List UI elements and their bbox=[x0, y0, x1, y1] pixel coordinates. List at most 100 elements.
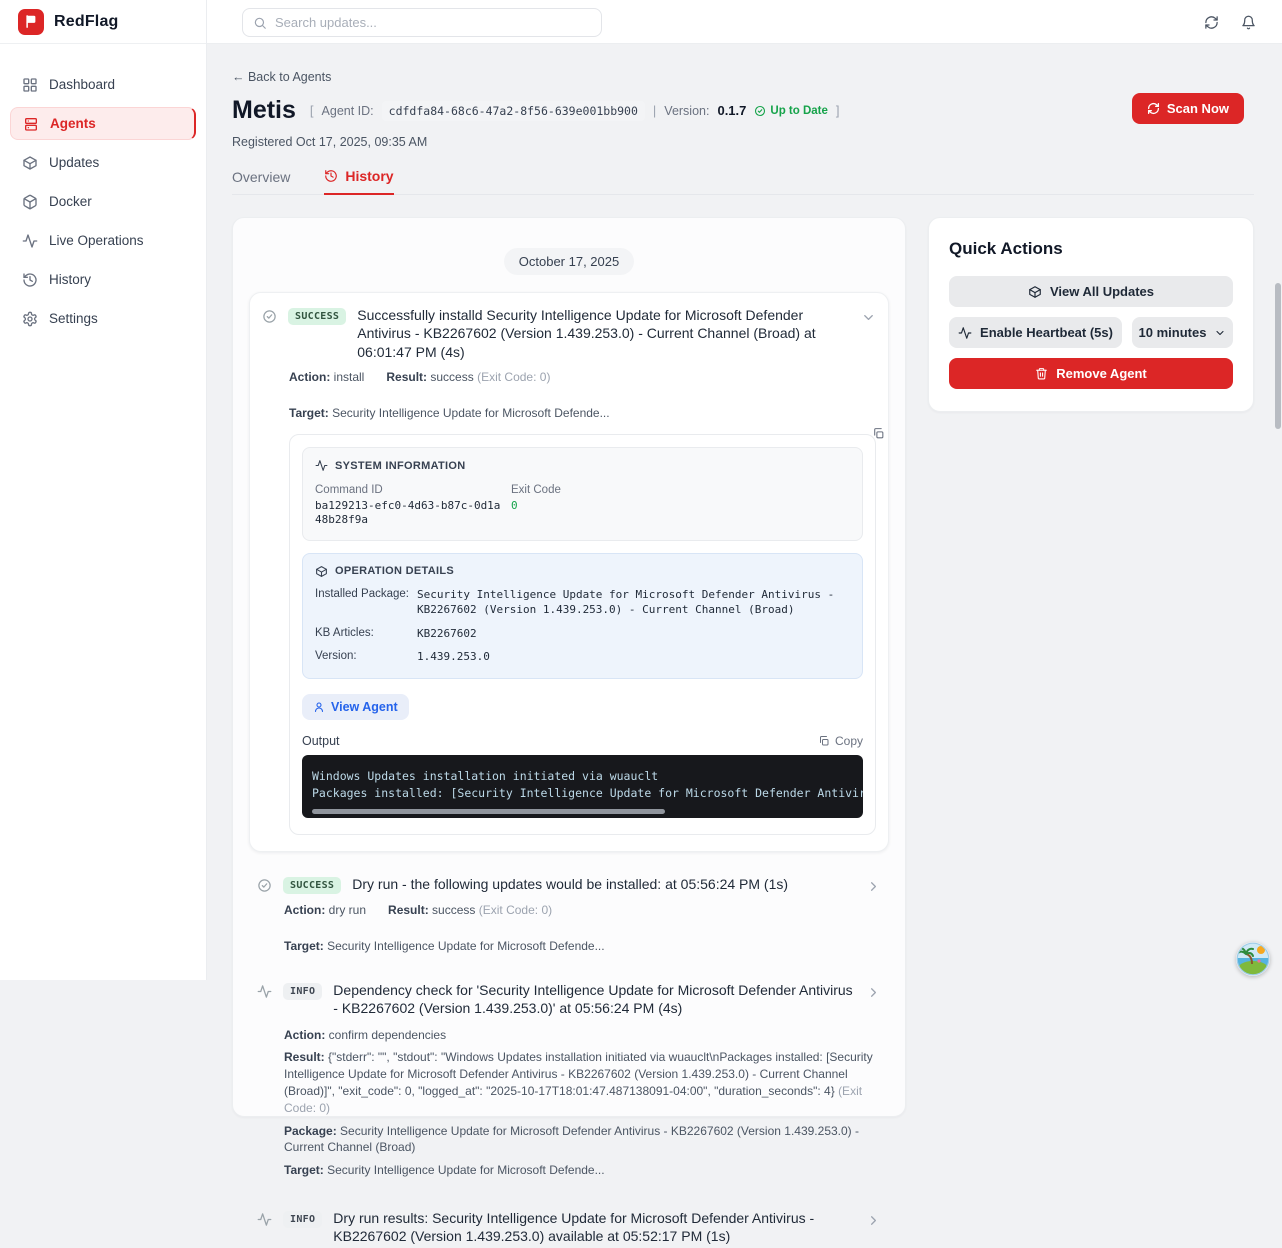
event-title: Successfully installd Security Intellige… bbox=[357, 306, 850, 361]
event-title: Dry run results: Security Intelligence U… bbox=[333, 1209, 855, 1246]
server-icon bbox=[23, 116, 39, 132]
sidebar-item-label: Settings bbox=[49, 311, 98, 326]
sidebar-item-label: Live Operations bbox=[49, 233, 144, 248]
op-value: 1.439.253.0 bbox=[417, 650, 490, 665]
sidebar-item-docker[interactable]: Docker bbox=[10, 185, 196, 218]
topbar-icons bbox=[1204, 0, 1256, 44]
meta-label: Target: bbox=[284, 939, 324, 953]
chevron-right-icon[interactable] bbox=[866, 985, 881, 1000]
event-row-info-dependency: INFO Dependency check for 'Security Inte… bbox=[249, 979, 889, 1181]
scan-now-button[interactable]: Scan Now bbox=[1132, 93, 1244, 124]
view-all-updates-button[interactable]: View All Updates bbox=[949, 276, 1233, 307]
meta-muted: (Exit Code: 0) bbox=[479, 903, 552, 917]
event-meta: Action: install Result: success (Exit Co… bbox=[289, 370, 876, 420]
page-title: Metis bbox=[232, 96, 296, 125]
history-clock-icon bbox=[22, 272, 38, 288]
version-label: Version: bbox=[664, 104, 709, 118]
back-to-agents-link[interactable]: ← Back to Agents bbox=[232, 70, 331, 84]
agent-title-row: Metis [ Agent ID: cdfdfa84-68c6-47a2-8f5… bbox=[232, 96, 1254, 125]
sidebar-item-settings[interactable]: Settings bbox=[10, 302, 196, 335]
up-to-date-badge: Up to Date bbox=[754, 105, 828, 117]
history-clock-icon bbox=[324, 169, 338, 183]
quick-actions-title: Quick Actions bbox=[949, 239, 1233, 259]
chevron-down-icon[interactable] bbox=[861, 310, 876, 325]
sidebar-item-live-operations[interactable]: Live Operations bbox=[10, 224, 196, 257]
event-row-success-install: SUCCESS Successfully installd Security I… bbox=[249, 292, 889, 852]
meta-label: Target: bbox=[289, 406, 329, 420]
copy-icon[interactable] bbox=[872, 427, 885, 440]
meta-value: confirm dependencies bbox=[329, 1028, 446, 1042]
sidebar: RedFlag Dashboard Agents Updates Docker … bbox=[0, 0, 207, 980]
bracket-open: [ bbox=[310, 103, 314, 118]
remove-agent-label: Remove Agent bbox=[1056, 366, 1147, 381]
status-badge: INFO bbox=[283, 983, 322, 1000]
operation-details-heading: OPERATION DETAILS bbox=[335, 565, 454, 577]
meta-value: dry run bbox=[329, 903, 366, 917]
meta-value: install bbox=[334, 370, 365, 384]
package-icon bbox=[1028, 285, 1042, 299]
sidebar-item-label: Updates bbox=[49, 155, 99, 170]
sidebar-item-label: Agents bbox=[50, 116, 96, 131]
view-all-updates-label: View All Updates bbox=[1050, 284, 1154, 299]
remove-agent-button[interactable]: Remove Agent bbox=[949, 358, 1233, 389]
command-id-value: ba129213-efc0-4d63-b87c-0d1a48b28f9a bbox=[315, 499, 503, 527]
search-input-wrap[interactable] bbox=[242, 8, 602, 37]
event-title: Dry run - the following updates would be… bbox=[352, 875, 788, 893]
enable-heartbeat-label: Enable Heartbeat (5s) bbox=[980, 325, 1113, 340]
refresh-icon[interactable] bbox=[1204, 15, 1219, 30]
terminal-output: Windows Updates installation initiated v… bbox=[302, 755, 863, 817]
op-label: Version: bbox=[315, 650, 417, 665]
sidebar-item-label: History bbox=[49, 272, 91, 287]
check-circle-icon bbox=[257, 878, 272, 893]
status-badge: INFO bbox=[283, 1211, 322, 1228]
interval-dropdown[interactable]: 10 minutes bbox=[1132, 317, 1233, 348]
sidebar-item-updates[interactable]: Updates bbox=[10, 146, 196, 179]
vertical-scrollbar[interactable] bbox=[1275, 283, 1281, 429]
check-circle-icon bbox=[262, 309, 277, 324]
enable-heartbeat-button[interactable]: Enable Heartbeat (5s) bbox=[949, 317, 1122, 348]
meta-value: Security Intelligence Update for Microso… bbox=[327, 1163, 604, 1177]
view-agent-button[interactable]: View Agent bbox=[302, 694, 409, 720]
sidebar-item-dashboard[interactable]: Dashboard bbox=[10, 68, 196, 101]
copy-output-button[interactable]: Copy bbox=[818, 734, 863, 748]
bracket-close: ] bbox=[836, 103, 840, 118]
chevron-right-icon[interactable] bbox=[866, 1213, 881, 1228]
event-meta: Action: dry run Result: success (Exit Co… bbox=[284, 903, 881, 953]
meta-value: success bbox=[430, 370, 473, 384]
op-label: Installed Package: bbox=[315, 588, 417, 618]
chevron-right-icon[interactable] bbox=[866, 879, 881, 894]
version-value: 0.1.7 bbox=[717, 103, 746, 118]
meta-value: {"stderr": "", "stdout": "Windows Update… bbox=[284, 1050, 873, 1098]
status-badge: SUCCESS bbox=[283, 877, 341, 894]
bell-icon[interactable] bbox=[1241, 15, 1256, 30]
exit-code-label: Exit Code bbox=[511, 484, 561, 496]
package-icon bbox=[22, 155, 38, 171]
redflag-logo-icon bbox=[18, 9, 44, 35]
tab-history[interactable]: History bbox=[324, 168, 393, 195]
meta-label: Result: bbox=[386, 370, 427, 384]
search-input[interactable] bbox=[275, 15, 591, 30]
event-title: Dependency check for 'Security Intellige… bbox=[333, 981, 855, 1018]
main-content: ← Back to Agents Metis [ Agent ID: cdfdf… bbox=[207, 44, 1282, 980]
meta-label: Action: bbox=[284, 903, 325, 917]
op-value: Security Intelligence Update for Microso… bbox=[417, 588, 850, 618]
exit-code-value: 0 bbox=[511, 499, 561, 513]
event-meta: Action: confirm dependencies Result: {"s… bbox=[284, 1027, 881, 1179]
trash-icon bbox=[1035, 367, 1048, 380]
meta-label: Result: bbox=[284, 1050, 325, 1064]
meta-value: Security Intelligence Update for Microso… bbox=[284, 1124, 859, 1155]
tab-overview[interactable]: Overview bbox=[232, 168, 290, 194]
check-circle-icon bbox=[754, 105, 766, 117]
horizontal-scrollbar[interactable] bbox=[312, 809, 665, 814]
gear-icon bbox=[22, 311, 38, 327]
search-icon bbox=[253, 16, 267, 30]
sidebar-item-history[interactable]: History bbox=[10, 263, 196, 296]
refresh-icon bbox=[1147, 102, 1160, 115]
user-icon bbox=[313, 701, 325, 713]
island-float-button[interactable] bbox=[1236, 942, 1270, 976]
op-label: KB Articles: bbox=[315, 627, 417, 642]
sidebar-item-agents[interactable]: Agents bbox=[10, 107, 196, 140]
topbar bbox=[207, 0, 1282, 44]
grid-icon bbox=[22, 77, 38, 93]
terminal-line: Windows Updates installation initiated v… bbox=[312, 768, 853, 785]
